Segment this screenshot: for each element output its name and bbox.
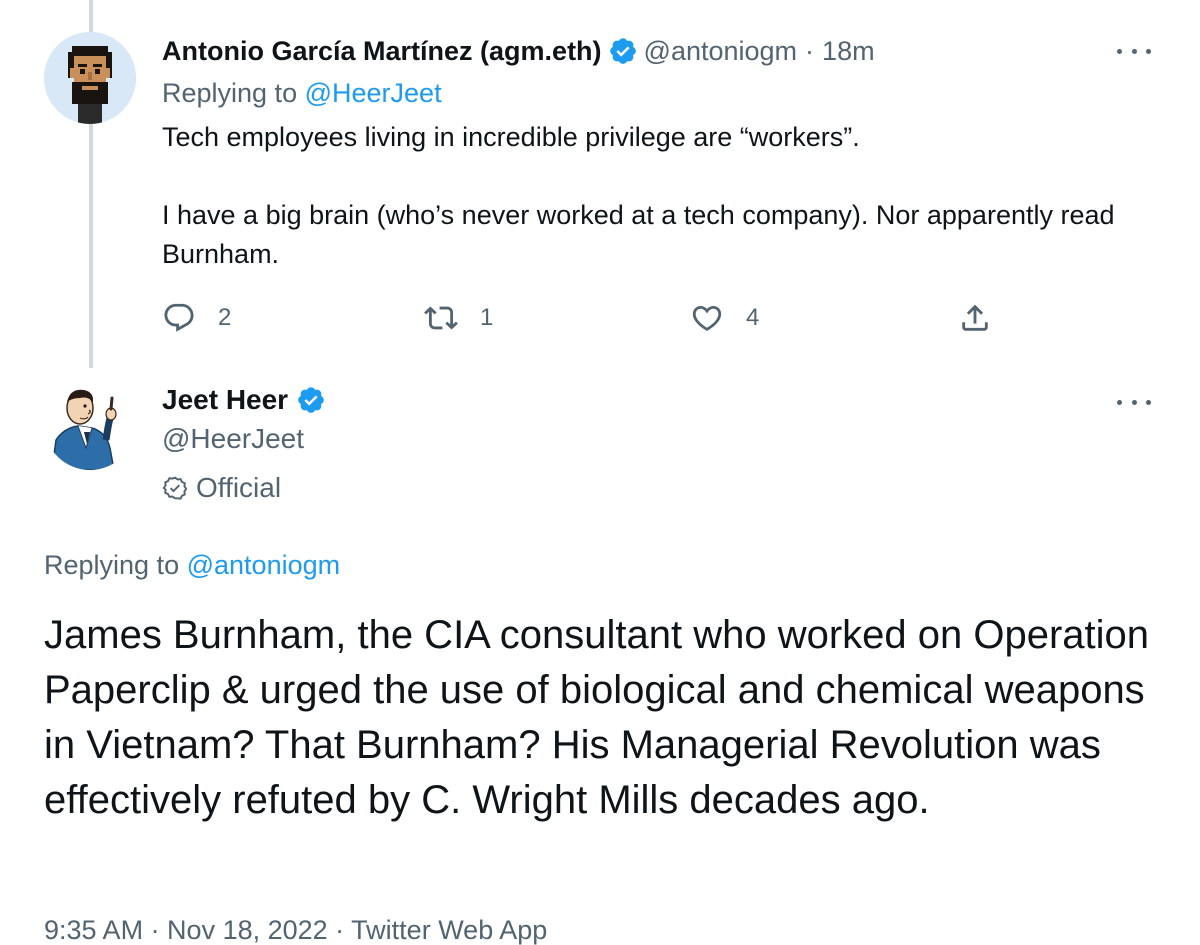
retweet-icon bbox=[424, 306, 458, 330]
avatar-heerjeet[interactable] bbox=[44, 378, 136, 470]
official-label[interactable]: Official bbox=[162, 470, 281, 506]
avatar-antoniogm[interactable] bbox=[44, 32, 136, 124]
verified-badge-icon[interactable] bbox=[296, 385, 326, 415]
author-handle[interactable]: @antoniogm bbox=[644, 36, 798, 67]
tweet-action-bar: 2 1 4 bbox=[162, 298, 1002, 338]
reply-icon bbox=[164, 303, 194, 332]
reply-button[interactable]: 2 bbox=[162, 298, 231, 338]
author-name[interactable]: Antonio García Martínez (agm.eth) bbox=[162, 36, 602, 67]
tweet-paragraph: I have a big brain (who’s never worked a… bbox=[162, 200, 1115, 269]
author-name[interactable]: Jeet Heer bbox=[162, 384, 288, 416]
share-icon bbox=[962, 304, 988, 331]
tweet-time[interactable]: 18m bbox=[822, 36, 875, 67]
more-options-icon[interactable] bbox=[1117, 396, 1151, 408]
tweet-paragraph: Tech employees living in incredible priv… bbox=[162, 122, 860, 152]
header-separator: · bbox=[805, 35, 815, 66]
replying-to-prefix: Replying to bbox=[44, 550, 180, 580]
author-handle[interactable]: @HeerJeet bbox=[162, 422, 304, 456]
replying-to-link[interactable]: @antoniogm bbox=[187, 550, 341, 580]
verified-badge-icon[interactable] bbox=[608, 36, 638, 66]
tweet-timestamp[interactable]: 9:35 AM · Nov 18, 2022 · Twitter Web App bbox=[44, 912, 547, 945]
official-badge-icon bbox=[162, 476, 188, 500]
replying-to-prefix: Replying to bbox=[162, 78, 298, 108]
like-button[interactable]: 4 bbox=[690, 298, 759, 338]
share-button[interactable] bbox=[958, 298, 992, 338]
reply-tweet-body: Tech employees living in incredible priv… bbox=[162, 118, 1162, 274]
main-tweet-body: James Burnham, the CIA consultant who wo… bbox=[44, 613, 1150, 822]
heart-icon bbox=[692, 305, 722, 331]
like-count: 4 bbox=[746, 304, 760, 331]
retweet-button[interactable]: 1 bbox=[424, 298, 493, 338]
replying-to-line: Replying to @HeerJeet bbox=[162, 76, 442, 110]
cartoon-portrait-image bbox=[44, 378, 136, 470]
reply-tweet-header: Antonio García Martínez (agm.eth) @anton… bbox=[162, 33, 875, 69]
replying-to-link[interactable]: @HeerJeet bbox=[305, 78, 442, 108]
official-label-text: Official bbox=[196, 472, 282, 503]
more-options-icon[interactable] bbox=[1117, 45, 1151, 57]
main-tweet-author-row: Jeet Heer bbox=[162, 380, 332, 420]
pixel-portrait-image bbox=[44, 32, 136, 124]
replying-to-line: Replying to @antoniogm bbox=[44, 547, 340, 583]
retweet-count: 1 bbox=[480, 304, 494, 331]
reply-count: 2 bbox=[218, 304, 232, 331]
